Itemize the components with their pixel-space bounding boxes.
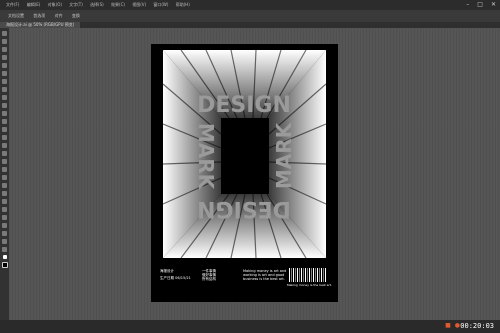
artboard-tool-icon[interactable] — [2, 223, 7, 228]
option-document-setup[interactable]: 文档设置 — [8, 10, 24, 22]
option-align[interactable]: 对齐 — [55, 10, 63, 22]
maximize-icon[interactable]: □ — [477, 0, 483, 10]
eraser-tool-icon[interactable] — [2, 119, 7, 124]
tools-panel — [0, 28, 9, 320]
direct-selection-tool-icon[interactable] — [2, 39, 7, 44]
gradient-tool-icon[interactable] — [2, 183, 7, 188]
blend-tool-icon[interactable] — [2, 199, 7, 204]
taskbar: ■ ● 00:20:03 — [0, 320, 500, 333]
zoom-tool-icon[interactable] — [2, 247, 7, 252]
perspective-grid-tool-icon[interactable] — [2, 167, 7, 172]
menu-window[interactable]: 窗口(W) — [153, 0, 168, 10]
menu-edit[interactable]: 编辑(E) — [27, 0, 41, 10]
scale-tool-icon[interactable] — [2, 135, 7, 140]
column-graph-tool-icon[interactable] — [2, 215, 7, 220]
width-tool-icon[interactable] — [2, 143, 7, 148]
menu-bar: 文件(F) 编辑(E) 对象(O) 文字(T) 选择(S) 效果(C) 视图(V… — [0, 0, 500, 10]
selection-tool-icon[interactable] — [2, 31, 7, 36]
menu-file[interactable]: 文件(F) — [6, 0, 19, 10]
mesh-tool-icon[interactable] — [2, 175, 7, 180]
paintbrush-tool-icon[interactable] — [2, 103, 7, 108]
free-transform-tool-icon[interactable] — [2, 151, 7, 156]
poster-left-line-2: 生产日期 06/15/21 — [160, 276, 191, 280]
rotate-tool-icon[interactable] — [2, 127, 7, 132]
clock: 00:20:03 — [460, 322, 494, 330]
close-icon[interactable]: ✕ — [491, 0, 496, 10]
word-design-top: DESIGN — [197, 93, 291, 118]
eyedropper-tool-icon[interactable] — [2, 191, 7, 196]
options-bar: 文档设置 首选项 对齐 变换 — [0, 10, 500, 22]
menu-help[interactable]: 帮助(H) — [176, 0, 190, 10]
menu-object[interactable]: 对象(O) — [48, 0, 62, 10]
word-design-bottom: DESIGN — [197, 196, 291, 221]
rectangle-tool-icon[interactable] — [2, 95, 7, 100]
hand-tool-icon[interactable] — [2, 239, 7, 244]
poster-artwork: DESIGN DESIGN MARK MARK — [162, 49, 327, 259]
slice-tool-icon[interactable] — [2, 231, 7, 236]
artboard[interactable]: DESIGN DESIGN MARK MARK 海报设计 生产日期 06/15/… — [151, 44, 338, 302]
minimize-icon[interactable]: – — [466, 0, 469, 10]
barcode-caption: Making money is the best art. — [287, 283, 332, 287]
fill-color-icon[interactable] — [2, 255, 7, 259]
menu-select[interactable]: 选择(S) — [90, 0, 104, 10]
option-preferences[interactable]: 首选项 — [33, 10, 45, 22]
menu-effect[interactable]: 效果(C) — [111, 0, 125, 10]
magic-wand-tool-icon[interactable] — [2, 47, 7, 52]
shape-builder-tool-icon[interactable] — [2, 159, 7, 164]
app-tray-icon-1[interactable]: ■ — [445, 322, 451, 329]
type-tool-icon[interactable] — [2, 79, 7, 84]
menu-type[interactable]: 文字(T) — [69, 0, 83, 10]
lasso-tool-icon[interactable] — [2, 55, 7, 60]
option-transform[interactable]: 变换 — [72, 10, 80, 22]
tray-icons: ■ ● — [445, 322, 460, 329]
poster-mid-lines: 一件事情 做好事情 所有结构 — [202, 269, 216, 281]
word-mark-left: MARK — [194, 123, 218, 191]
symbol-sprayer-tool-icon[interactable] — [2, 207, 7, 212]
word-mark-right: MARK — [272, 121, 296, 189]
pencil-tool-icon[interactable] — [2, 111, 7, 116]
curvature-tool-icon[interactable] — [2, 71, 7, 76]
poster-mid-line-3: 所有结构 — [202, 277, 216, 281]
poster-description: Making money is art and working is art a… — [243, 269, 287, 281]
pen-tool-icon[interactable] — [2, 63, 7, 68]
stroke-color-icon[interactable] — [1, 262, 8, 268]
barcode-icon — [289, 268, 327, 282]
menu-view[interactable]: 视图(V) — [132, 0, 146, 10]
center-void — [221, 118, 269, 194]
app-tray-icon-2[interactable]: ● — [455, 322, 460, 329]
line-tool-icon[interactable] — [2, 87, 7, 92]
poster-left-line-1: 海报设计 — [160, 269, 174, 273]
window-controls: – □ ✕ — [466, 0, 496, 10]
